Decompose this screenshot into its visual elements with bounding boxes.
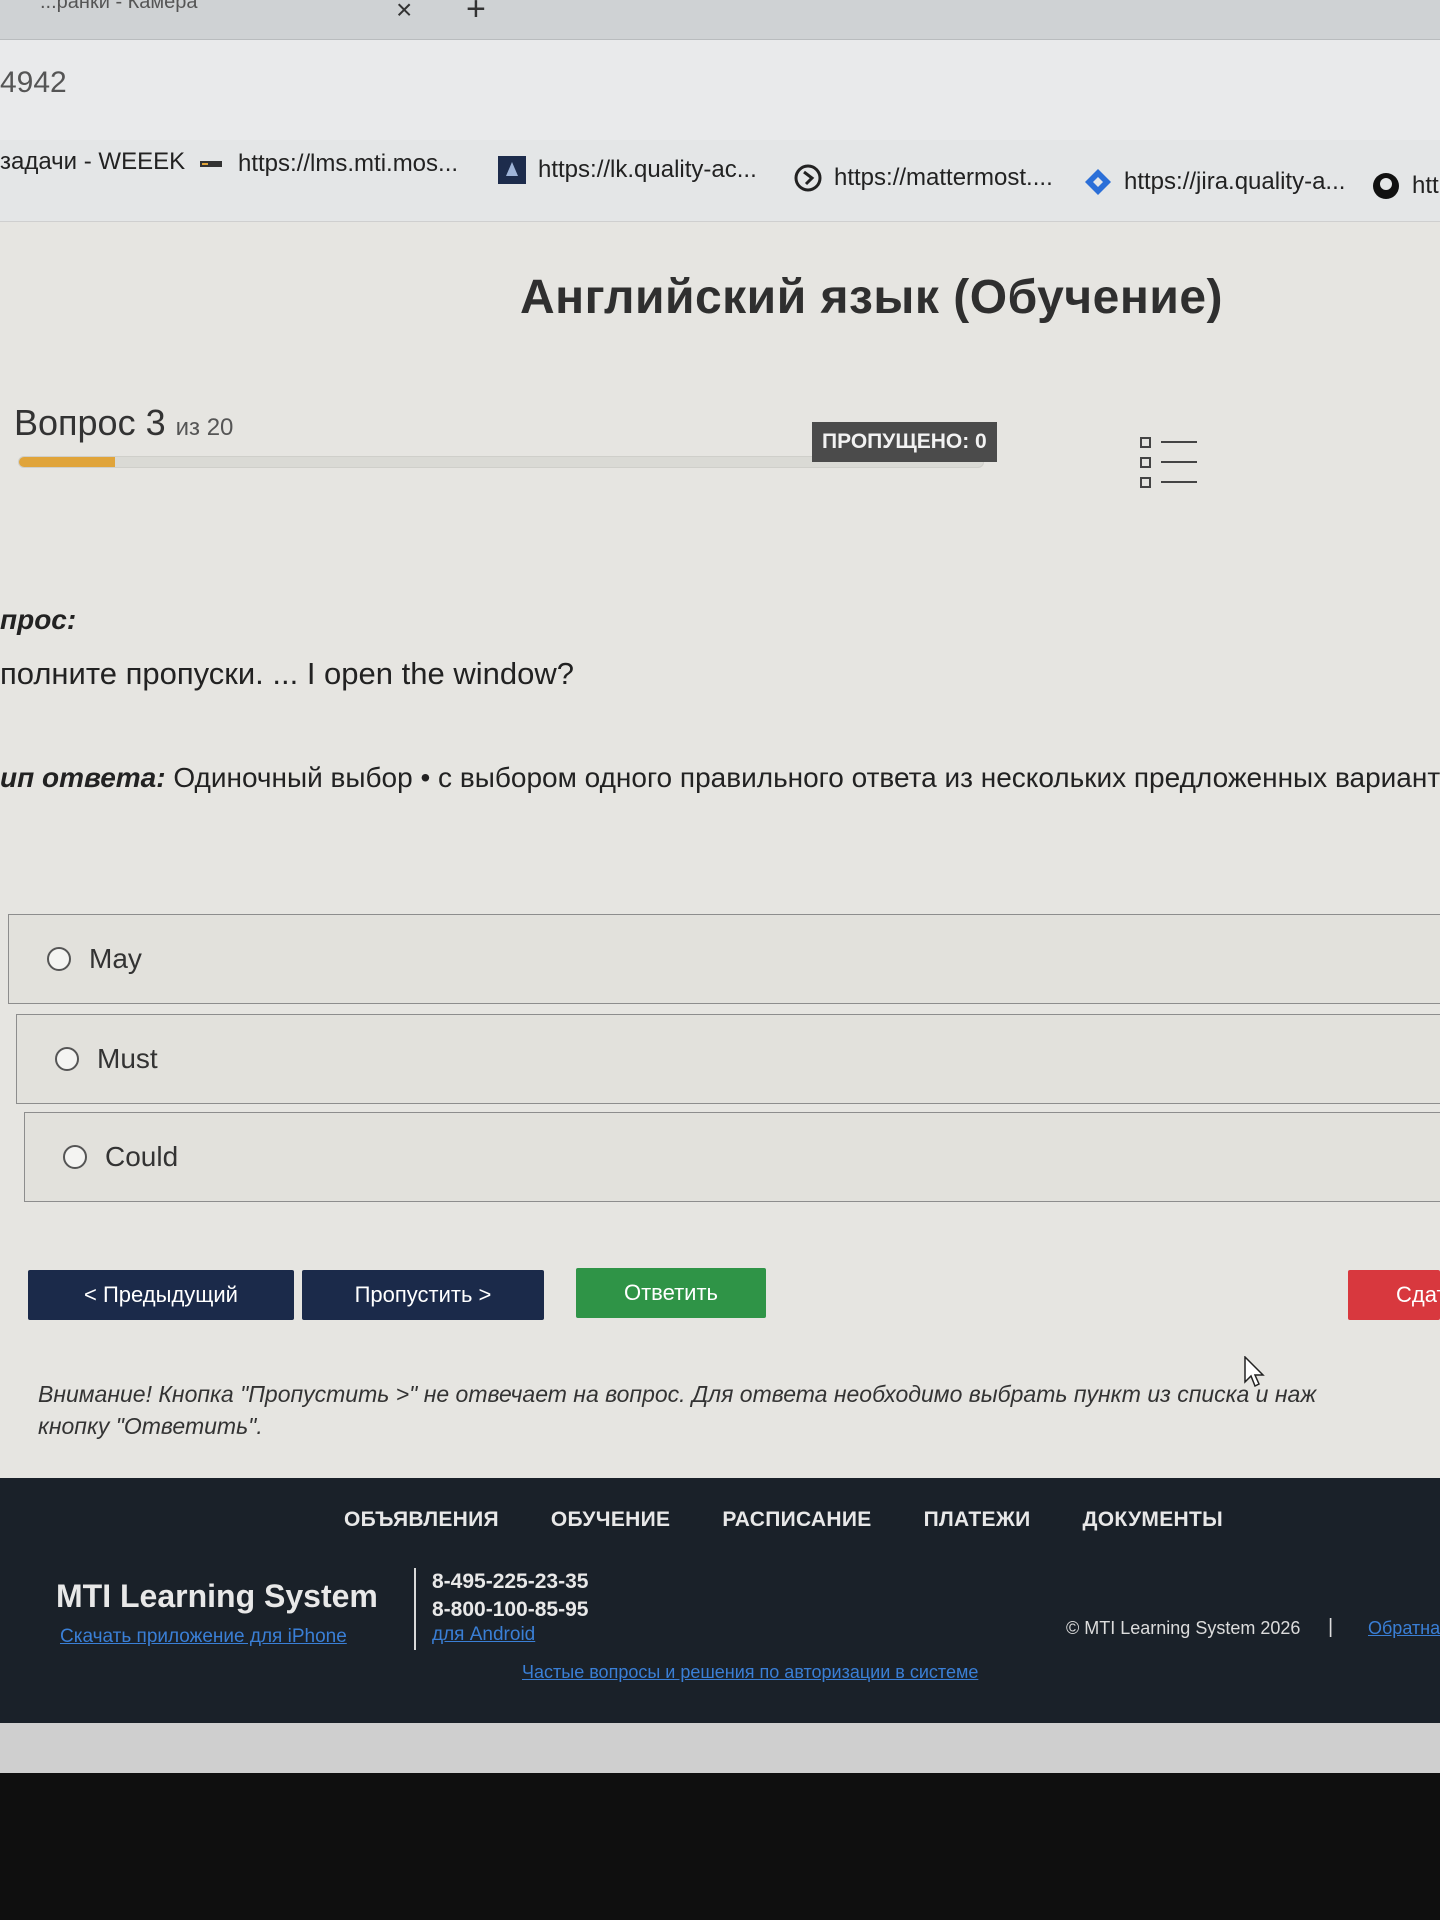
- answer-type-label: ип ответа:: [0, 762, 166, 793]
- radio-button[interactable]: [55, 1047, 79, 1071]
- warning-line-2: кнопку "Ответить".: [38, 1413, 263, 1439]
- answer-option[interactable]: Must: [16, 1014, 1440, 1104]
- skip-button[interactable]: Пропустить >: [302, 1270, 544, 1320]
- option-label: Must: [97, 1043, 158, 1074]
- answer-button[interactable]: Ответить: [576, 1268, 766, 1318]
- new-tab-icon[interactable]: +: [466, 0, 486, 29]
- github-icon: [1373, 173, 1399, 199]
- bookmark-label: htt: [1412, 172, 1439, 199]
- question-total: из 20: [175, 414, 234, 441]
- footer-link-documents[interactable]: ДОКУМЕНТЫ: [1083, 1508, 1223, 1532]
- option-label: May: [89, 943, 142, 974]
- iphone-app-link[interactable]: Скачать приложение для iPhone: [60, 1626, 347, 1648]
- warning-line-1: Внимание! Кнопка "Пропустить >" не отвеч…: [38, 1381, 1317, 1407]
- phone-2: 8-800-100-85-95: [432, 1598, 589, 1621]
- address-bar[interactable]: 4942: [0, 40, 1440, 150]
- quiz-page: Английский язык (Обучение) Вопрос 3 из 2…: [0, 222, 1440, 1478]
- radio-button[interactable]: [47, 947, 71, 971]
- close-tab-icon[interactable]: ×: [396, 0, 412, 26]
- jira-icon: [1085, 169, 1111, 195]
- question-label: прос:: [0, 604, 77, 635]
- question-list-icon[interactable]: [1140, 432, 1200, 488]
- bookmark-lms[interactable]: https://lms.mti.mos...: [198, 150, 458, 178]
- question-text: полните пропуски. ... I open the window?: [0, 656, 574, 691]
- bookmark-jira[interactable]: https://jira.quality-a...: [1084, 168, 1345, 196]
- footer-divider: [414, 1568, 416, 1650]
- site-footer: ОБЪЯВЛЕНИЯ ОБУЧЕНИЕ РАСПИСАНИЕ ПЛАТЕЖИ Д…: [0, 1478, 1440, 1723]
- bookmark-mattermost[interactable]: https://mattermost....: [794, 164, 1053, 192]
- footer-separator: |: [1328, 1616, 1334, 1638]
- bookmark-weeek[interactable]: задачи - WEEEK: [0, 148, 185, 176]
- answer-option[interactable]: Could: [24, 1112, 1440, 1202]
- quality-icon: [498, 156, 526, 184]
- bookmark-label: https://lms.mti.mos...: [238, 150, 459, 177]
- question-counter: Вопрос 3 из 20: [14, 402, 233, 444]
- copyright: © MTI Learning System 2026: [1066, 1618, 1301, 1638]
- brand-logo: MTI Learning System: [56, 1578, 378, 1614]
- option-label: Could: [105, 1141, 179, 1172]
- lms-icon: [200, 161, 222, 167]
- radio-button[interactable]: [63, 1145, 87, 1169]
- footer-link-schedule[interactable]: РАСПИСАНИЕ: [722, 1508, 871, 1532]
- bookmark-label: https://mattermost....: [834, 164, 1053, 191]
- bezel-edge: [0, 1723, 1440, 1773]
- faq-link[interactable]: Частые вопросы и решения по авторизации …: [522, 1662, 978, 1683]
- mouse-cursor-icon: [1244, 1356, 1265, 1388]
- previous-button[interactable]: < Предыдущий: [28, 1270, 294, 1320]
- bookmark-label: https://jira.quality-a...: [1124, 168, 1346, 195]
- submit-button[interactable]: Сдат: [1348, 1270, 1440, 1320]
- bookmark-quality[interactable]: https://lk.quality-ac...: [498, 156, 757, 184]
- monitor-bezel: [0, 1723, 1440, 1920]
- skipped-badge: ПРОПУЩЕНО: 0: [812, 422, 997, 462]
- bookmark-label: задачи - WEEEK: [0, 148, 186, 175]
- footer-nav: ОБЪЯВЛЕНИЯ ОБУЧЕНИЕ РАСПИСАНИЕ ПЛАТЕЖИ Д…: [344, 1508, 1223, 1532]
- address-text[interactable]: 4942: [0, 66, 67, 100]
- browser-tabstrip: ...ранки - Камера × +: [0, 0, 1440, 40]
- question-number: Вопрос 3: [14, 402, 166, 443]
- footer-link-learning[interactable]: ОБУЧЕНИЕ: [551, 1508, 670, 1532]
- page-title: Английский язык (Обучение): [520, 271, 1224, 324]
- feedback-link[interactable]: Обратная: [1368, 1618, 1440, 1639]
- phone-1: 8-495-225-23-35: [432, 1570, 589, 1593]
- footer-link-announcements[interactable]: ОБЪЯВЛЕНИЯ: [344, 1508, 499, 1532]
- mattermost-icon: [794, 164, 822, 192]
- answer-type-value: Одиночный выбор • с выбором одного прави…: [173, 762, 1440, 793]
- skip-warning: Внимание! Кнопка "Пропустить >" не отвеч…: [38, 1378, 1438, 1442]
- bookmark-label: https://lk.quality-ac...: [538, 156, 757, 183]
- progress-fill: [19, 457, 116, 467]
- bookmark-github[interactable]: htt: [1372, 172, 1439, 200]
- answer-option[interactable]: May: [8, 914, 1440, 1004]
- answer-type: ип ответа: Одиночный выбор • с выбором о…: [0, 762, 1440, 794]
- tab-title[interactable]: ...ранки - Камера: [40, 0, 340, 12]
- bookmarks-bar: задачи - WEEEK https://lms.mti.mos... ht…: [0, 140, 1440, 222]
- android-app-link[interactable]: для Android: [432, 1624, 535, 1646]
- footer-link-payments[interactable]: ПЛАТЕЖИ: [924, 1508, 1031, 1532]
